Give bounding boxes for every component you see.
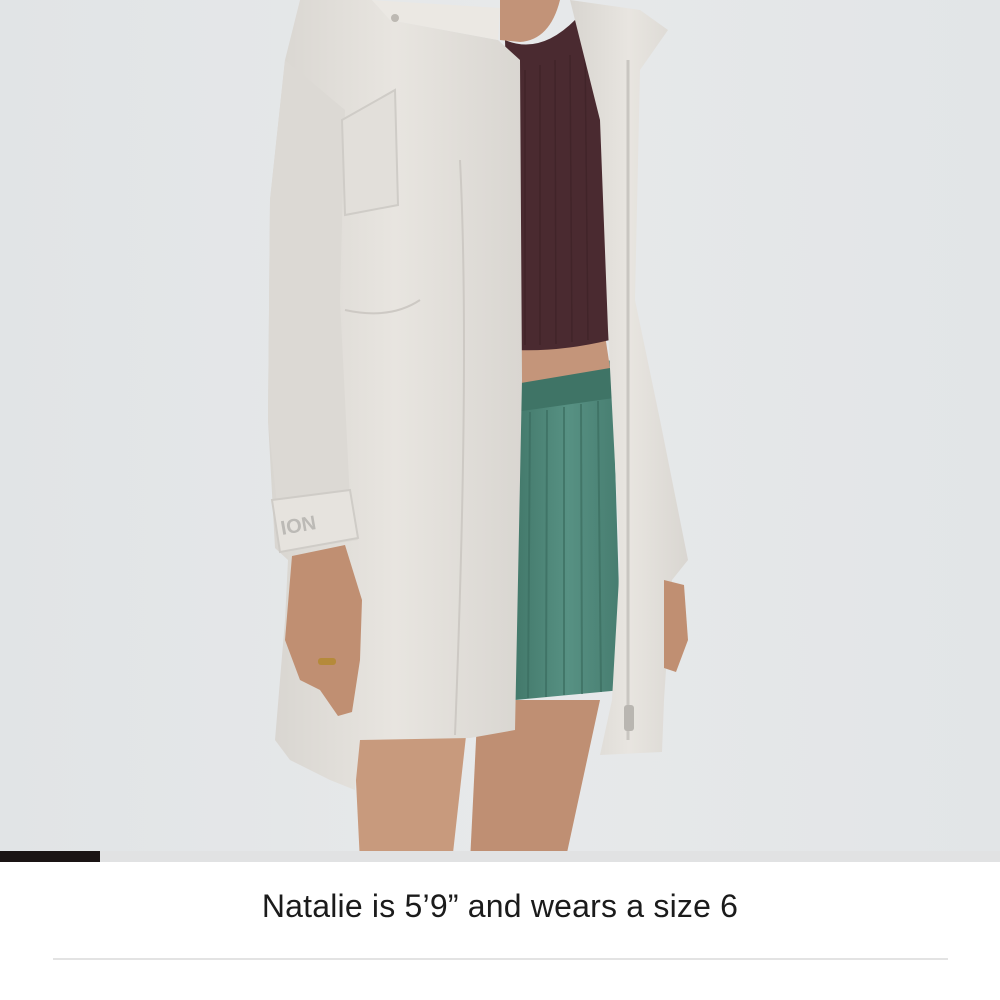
section-divider — [53, 958, 948, 960]
collar-snap — [391, 14, 399, 22]
zipper-pull — [624, 705, 634, 731]
product-image-gallery[interactable]: ION — [0, 0, 1000, 862]
gallery-progress-indicator — [0, 851, 100, 862]
product-page: ION Natalie is 5’9” and wears a size 6 — [0, 0, 1000, 1000]
gallery-progress-track — [0, 851, 1000, 862]
product-photo[interactable]: ION — [0, 0, 1000, 862]
pleated-skirt — [515, 362, 622, 700]
model-size-caption: Natalie is 5’9” and wears a size 6 — [261, 888, 739, 924]
ring — [318, 658, 336, 665]
